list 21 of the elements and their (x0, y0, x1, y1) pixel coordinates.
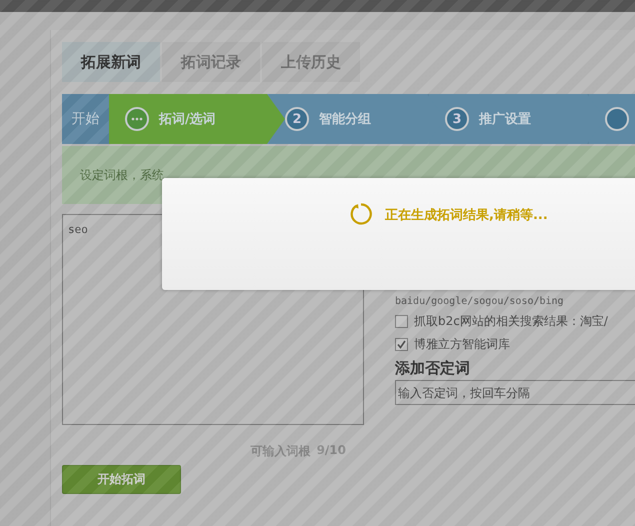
checkbox[interactable] (395, 338, 408, 351)
step-label: 拓词/选词 (159, 111, 216, 128)
info-text: 设定词根，系统 (80, 166, 164, 184)
tab[interactable]: 拓展新词 (62, 42, 160, 82)
step-number (605, 107, 629, 131)
spinner-icon (349, 202, 373, 226)
step-number: 3 (445, 107, 469, 131)
checkbox[interactable] (395, 315, 408, 328)
start-button[interactable]: 开始拓词 (62, 465, 181, 494)
more-icon (125, 107, 149, 131)
step-number: 2 (285, 107, 309, 131)
option-label: 抓取b2c网站的相关搜索结果：淘宝/ (414, 313, 608, 330)
tab[interactable]: 上传历史 (262, 42, 360, 82)
loading-message: 正在生成拓词结果,请稍等... (385, 207, 548, 224)
engines-text: baidu/google/sogou/soso/bing (395, 296, 565, 307)
section-title: 添加否定词 (395, 359, 471, 378)
tab[interactable]: 拓词记录 (162, 42, 260, 82)
step-label: 推广设置 (479, 110, 531, 128)
negative-word-field[interactable]: 输入否定词，按回车分隔 (395, 380, 635, 405)
option-label: 博雅立方智能词库 (414, 336, 510, 353)
step-label: 智能分组 (319, 111, 371, 128)
